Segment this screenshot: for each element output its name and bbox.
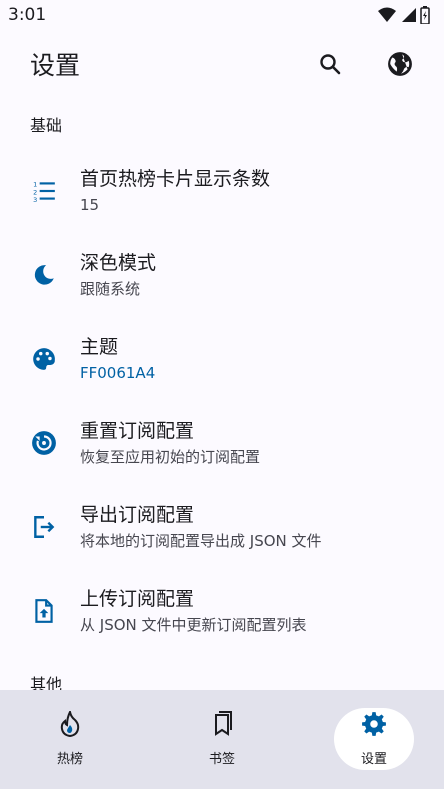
setting-item-export-config[interactable]: 导出订阅配置 将本地的订阅配置导出成 JSON 文件 bbox=[0, 485, 444, 569]
search-button[interactable] bbox=[308, 42, 352, 86]
setting-title: 导出订阅配置 bbox=[80, 504, 195, 526]
flame-icon bbox=[38, 708, 102, 740]
moon-icon bbox=[30, 261, 58, 289]
page-title: 设置 bbox=[30, 51, 81, 80]
svg-text:3: 3 bbox=[33, 196, 37, 204]
setting-title: 上传订阅配置 bbox=[80, 588, 195, 610]
setting-item-dark-mode[interactable]: 深色模式 跟随系统 bbox=[0, 233, 444, 317]
setting-title: 首页热榜卡片显示条数 bbox=[80, 168, 271, 190]
status-bar: 3:01 bbox=[0, 0, 444, 30]
bookmarks-icon bbox=[190, 708, 254, 740]
status-time: 3:01 bbox=[8, 5, 47, 25]
wifi-icon bbox=[378, 7, 396, 22]
nav-item-bookmarks[interactable]: 书签 bbox=[182, 708, 262, 772]
nav-item-hot[interactable]: 热榜 bbox=[30, 708, 110, 772]
setting-title: 深色模式 bbox=[80, 252, 157, 274]
top-app-bar: 设置 bbox=[0, 36, 444, 92]
globe-icon bbox=[388, 52, 412, 76]
export-icon bbox=[30, 513, 58, 541]
nav-label: 设置 bbox=[360, 752, 387, 767]
search-icon bbox=[320, 54, 341, 75]
setting-item-theme[interactable]: 主题 FF0061A4 bbox=[0, 317, 444, 401]
setting-item-upload-config[interactable]: 上传订阅配置 从 JSON 文件中更新订阅配置列表 bbox=[0, 569, 444, 653]
setting-value: 跟随系统 bbox=[80, 280, 141, 298]
list-numbered-icon: 1 2 3 bbox=[30, 177, 58, 205]
setting-item-hot-count[interactable]: 1 2 3 首页热榜卡片显示条数 15 bbox=[0, 149, 444, 233]
nav-item-settings[interactable]: 设置 bbox=[334, 708, 414, 772]
signal-icon bbox=[402, 8, 416, 22]
setting-title: 重置订阅配置 bbox=[80, 420, 195, 442]
setting-item-reset-config[interactable]: 重置订阅配置 恢复至应用初始的订阅配置 bbox=[0, 401, 444, 485]
status-icons bbox=[378, 6, 430, 24]
setting-value: 将本地的订阅配置导出成 JSON 文件 bbox=[80, 532, 322, 550]
setting-title: 主题 bbox=[80, 336, 119, 358]
setting-value: 从 JSON 文件中更新订阅配置列表 bbox=[80, 616, 307, 634]
nav-label: 书签 bbox=[208, 752, 235, 767]
battery-icon bbox=[420, 6, 430, 24]
setting-value: 恢复至应用初始的订阅配置 bbox=[80, 448, 261, 466]
gear-icon bbox=[342, 708, 406, 740]
language-button[interactable] bbox=[378, 42, 422, 86]
nav-label: 热榜 bbox=[56, 752, 83, 767]
setting-value: FF0061A4 bbox=[80, 364, 156, 382]
reset-icon bbox=[30, 429, 58, 457]
setting-value: 15 bbox=[80, 196, 100, 214]
section-header-basic: 基础 bbox=[30, 116, 63, 135]
upload-file-icon bbox=[30, 597, 58, 625]
palette-icon bbox=[30, 345, 58, 373]
